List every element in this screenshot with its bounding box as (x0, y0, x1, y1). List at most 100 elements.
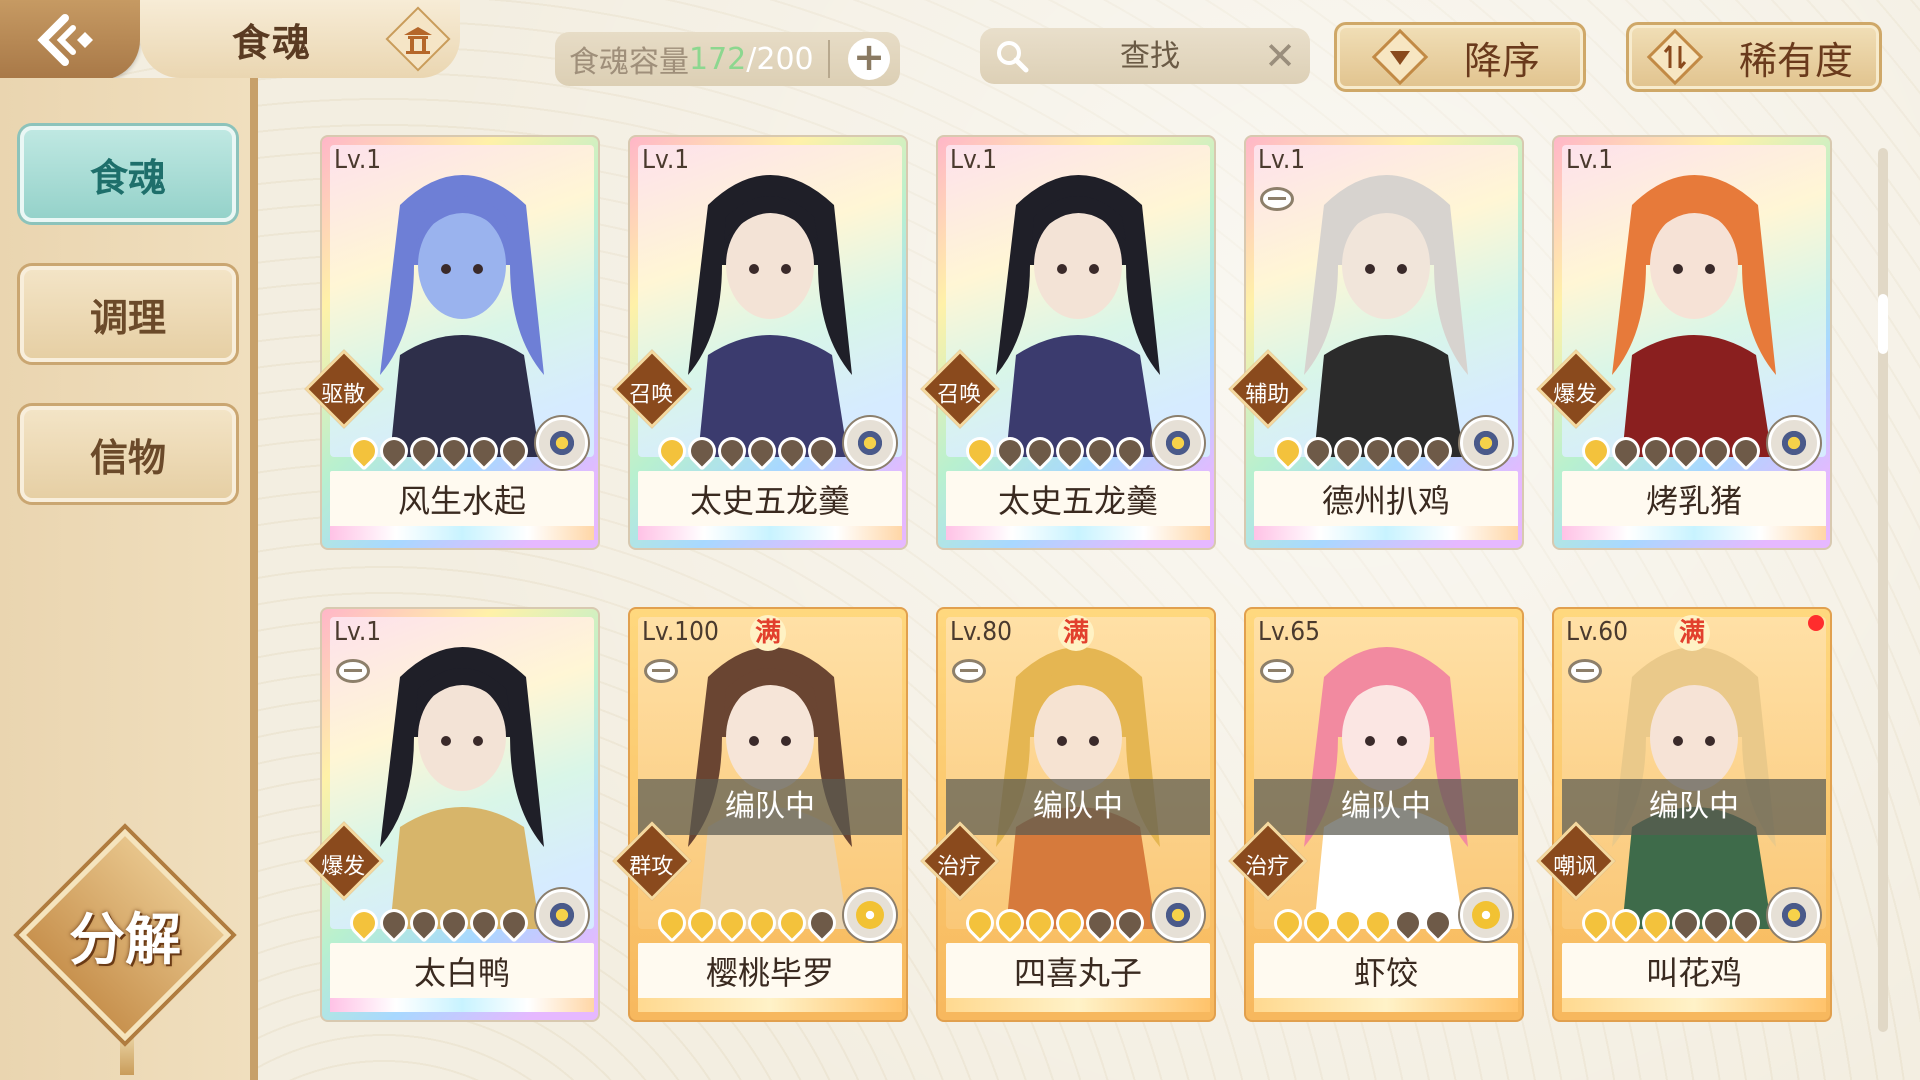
card-frame-shine (1562, 998, 1826, 1012)
card-frame-shine (638, 526, 902, 540)
star-empty-icon (1696, 431, 1736, 471)
star-empty-icon (1666, 903, 1706, 943)
food-soul-card[interactable]: Lv.60 满编队中 嘲讽 叫花鸡 (1536, 607, 1832, 1022)
lock-icon[interactable] (644, 659, 678, 683)
back-button[interactable] (0, 0, 140, 80)
card-level: Lv.1 (1566, 145, 1614, 175)
star-filled-icon (1020, 903, 1060, 943)
food-soul-card[interactable]: Lv.1 爆发 太白鸭 (304, 607, 600, 1022)
star-empty-icon (682, 431, 722, 471)
capacity-current: 172 (689, 41, 747, 77)
star-filled-icon (1576, 903, 1616, 943)
lock-icon[interactable] (1260, 659, 1294, 683)
character-portrait (330, 145, 594, 457)
card-level: Lv.65 (1258, 617, 1321, 647)
sort-order-button[interactable]: 降序 (1334, 22, 1586, 92)
food-soul-card[interactable]: Lv.1 召唤 太史五龙羹 (612, 135, 908, 550)
sidebar-item-cooking[interactable]: 调理 (20, 266, 236, 362)
star-filled-icon (1328, 903, 1368, 943)
character-portrait (1562, 145, 1826, 457)
capacity-label: 食魂容量 (569, 45, 689, 80)
card-name: 太史五龙羹 (946, 471, 1210, 531)
food-soul-card[interactable]: Lv.1 辅助 德州扒鸡 (1228, 135, 1524, 550)
scrollbar-thumb[interactable] (1878, 294, 1888, 354)
character-portrait (638, 617, 902, 929)
sidebar-item-label: 食魂 (89, 154, 166, 200)
star-empty-icon (1298, 431, 1338, 471)
sort-order-label: 降序 (1463, 38, 1540, 83)
card-name: 太白鸭 (330, 943, 594, 1003)
star-empty-icon (1666, 431, 1706, 471)
card-frame-shine (1254, 998, 1518, 1012)
food-soul-card[interactable]: Lv.65 编队中 治疗 虾饺 (1228, 607, 1524, 1022)
capacity-display: 食魂容量 172 /200 + (555, 32, 900, 86)
star-rating (344, 903, 534, 943)
sidebar-item-tokens[interactable]: 信物 (20, 406, 236, 502)
star-rating (652, 431, 842, 471)
card-name: 德州扒鸡 (1254, 471, 1518, 531)
star-rating (1268, 903, 1458, 943)
star-empty-icon (1050, 431, 1090, 471)
sort-field-button[interactable]: 稀有度 (1626, 22, 1882, 92)
sort-field-label: 稀有度 (1738, 38, 1853, 83)
lock-icon[interactable] (336, 659, 370, 683)
card-frame-shine (1254, 526, 1518, 540)
lock-icon[interactable] (1260, 187, 1294, 211)
food-soul-card[interactable]: Lv.1 爆发烤乳猪 (1536, 135, 1832, 550)
star-empty-icon (1636, 431, 1676, 471)
search-input[interactable] (1040, 36, 1260, 76)
sidebar-item-food-souls[interactable]: 食魂 (20, 126, 236, 222)
star-rating (960, 903, 1150, 943)
role-label: 爆发 (321, 854, 366, 880)
lock-icon[interactable] (1568, 659, 1602, 683)
max-level-badge: 满 (1674, 615, 1710, 651)
star-filled-icon (1268, 903, 1308, 943)
star-filled-icon (990, 903, 1030, 943)
star-empty-icon (434, 903, 474, 943)
star-empty-icon (802, 903, 842, 943)
card-frame-shine (1562, 526, 1826, 540)
capacity-max: /200 (746, 41, 814, 77)
in-team-banner: 编队中 (638, 779, 902, 835)
card-frame-shine (946, 526, 1210, 540)
role-label: 驱散 (321, 382, 366, 408)
food-soul-card[interactable]: Lv.1 驱散 风生水起 (304, 135, 600, 550)
star-empty-icon (1606, 431, 1646, 471)
star-empty-icon (1388, 903, 1428, 943)
food-soul-card[interactable]: Lv.100 满编队中 群攻 樱桃毕罗 (612, 607, 908, 1022)
card-frame-shine (946, 998, 1210, 1012)
star-empty-icon (464, 431, 504, 471)
card-level: Lv.1 (950, 145, 998, 175)
star-empty-icon (742, 431, 782, 471)
role-label: 召唤 (629, 382, 674, 408)
star-empty-icon (712, 431, 752, 471)
card-name: 烤乳猪 (1562, 471, 1826, 531)
food-soul-card[interactable]: Lv.1 召唤 太史五龙羹 (920, 135, 1216, 550)
star-empty-icon (374, 903, 414, 943)
star-empty-icon (434, 431, 474, 471)
lock-icon[interactable] (952, 659, 986, 683)
max-level-badge: 满 (1058, 615, 1094, 651)
food-soul-card[interactable]: Lv.80 满编队中 治疗 四喜丸子 (920, 607, 1216, 1022)
add-capacity-button[interactable]: + (848, 38, 890, 80)
star-filled-icon (652, 903, 692, 943)
scrollbar[interactable] (1878, 148, 1888, 1032)
sidebar-item-label: 信物 (89, 434, 166, 480)
card-frame-shine (330, 526, 594, 540)
sidebar-item-label: 调理 (89, 294, 166, 340)
capacity-divider (828, 40, 830, 78)
element-medal-icon (1460, 417, 1512, 469)
star-empty-icon (802, 431, 842, 471)
element-medal-icon (844, 417, 896, 469)
star-empty-icon (1020, 431, 1060, 471)
star-empty-icon (404, 903, 444, 943)
element-medal-icon (1152, 417, 1204, 469)
role-label: 爆发 (1553, 382, 1598, 408)
element-medal-icon (1768, 417, 1820, 469)
max-level-badge: 满 (750, 615, 786, 651)
card-name: 樱桃毕罗 (638, 943, 902, 1003)
role-label: 嘲讽 (1553, 854, 1598, 880)
element-medal-icon (536, 417, 588, 469)
element-medal-icon (1152, 889, 1204, 941)
clear-search-icon[interactable]: ✕ (1264, 34, 1296, 78)
